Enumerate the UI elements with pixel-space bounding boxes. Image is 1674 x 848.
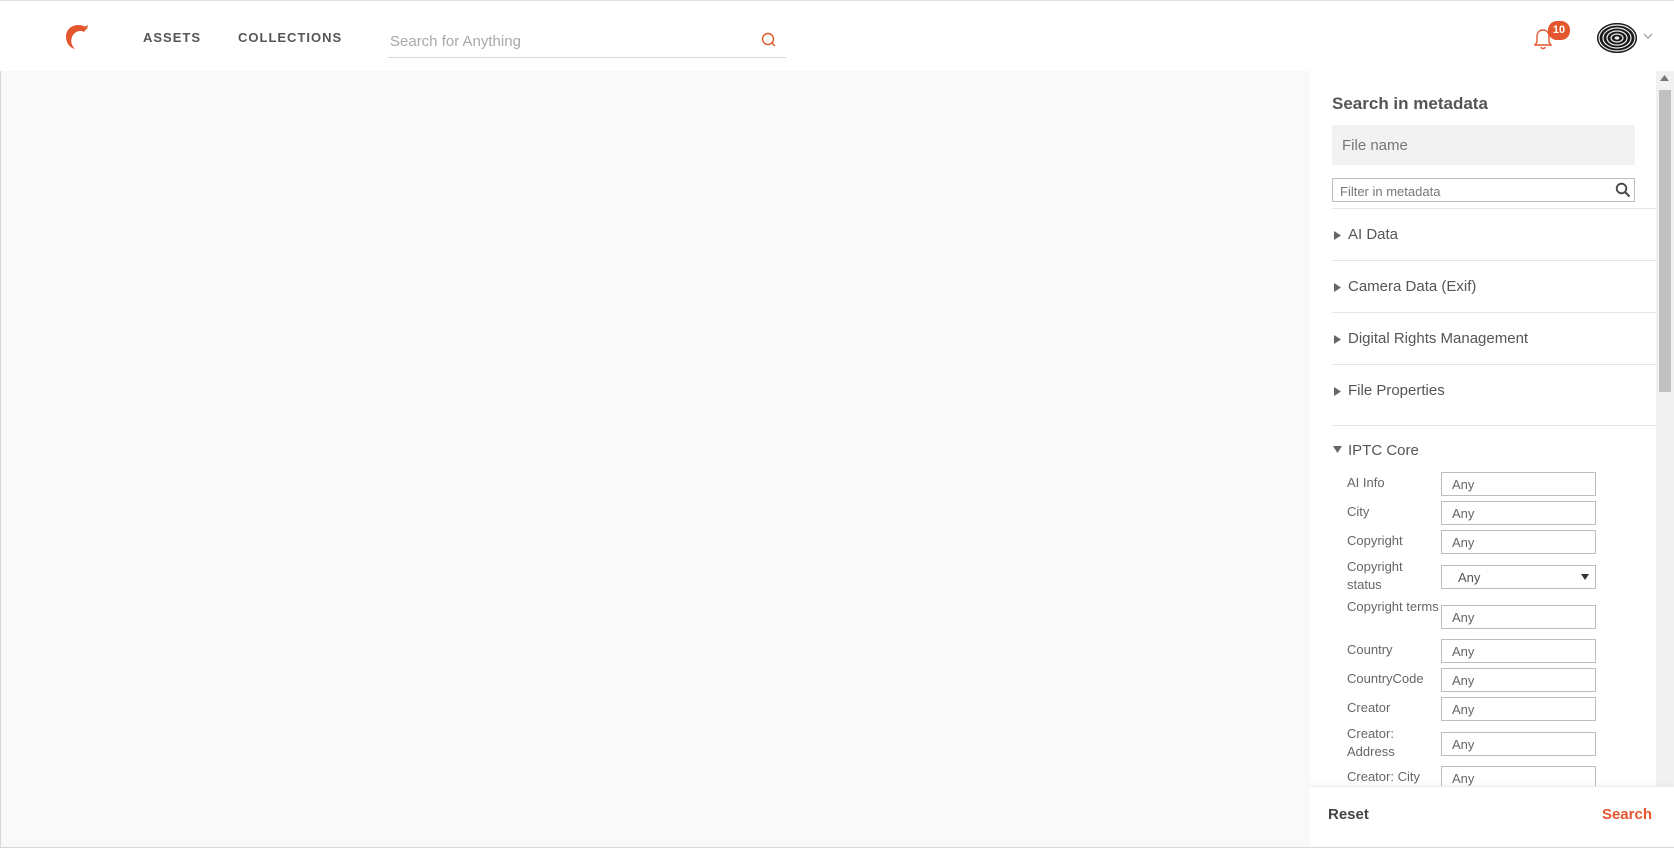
notification-badge: 10 <box>1548 21 1570 40</box>
scrollbar-thumb[interactable] <box>1659 90 1671 392</box>
search-button[interactable]: Search <box>1602 806 1652 823</box>
field-label-countrycode: CountryCode <box>1347 671 1424 686</box>
field-label-creator: Creator <box>1347 700 1391 715</box>
field-label-creator-city: Creator: City <box>1347 769 1420 784</box>
nav-collections[interactable]: COLLECTIONS <box>238 30 342 45</box>
section-iptc-core[interactable]: IPTC Core <box>1332 425 1656 460</box>
panel-title: Search in metadata <box>1332 94 1488 113</box>
field-select-copyright-status[interactable]: Any <box>1441 565 1596 589</box>
triangle-right-icon <box>1334 335 1341 344</box>
logo-icon[interactable] <box>62 23 90 51</box>
field-input-city[interactable] <box>1441 501 1596 525</box>
triangle-right-icon <box>1334 387 1341 396</box>
metadata-filter-input[interactable] <box>1338 180 1607 202</box>
field-input-copyright-terms[interactable] <box>1441 605 1596 629</box>
field-label-creator-address: Creator: Address <box>1347 726 1395 759</box>
dropdown-arrow-icon <box>1581 574 1589 580</box>
chevron-down-icon[interactable] <box>1643 32 1653 40</box>
section-label: AI Data <box>1348 226 1399 243</box>
file-name-input[interactable] <box>1332 125 1635 165</box>
top-navigation-bar: ASSETS COLLECTIONS 10 <box>0 0 1674 71</box>
section-label: Camera Data (Exif) <box>1348 278 1477 295</box>
window-left-border <box>0 71 1 848</box>
select-value: Any <box>1458 570 1481 585</box>
section-label: File Properties <box>1348 382 1445 399</box>
reset-button[interactable]: Reset <box>1328 806 1369 823</box>
field-input-creator-address[interactable] <box>1441 732 1596 756</box>
field-input-creator[interactable] <box>1441 697 1596 721</box>
field-label-city: City <box>1347 504 1370 519</box>
section-file-properties[interactable]: File Properties <box>1332 364 1656 416</box>
section-label: IPTC Core <box>1348 442 1419 459</box>
global-search <box>388 25 786 58</box>
field-label-copyright-terms: Copyright terms <box>1347 599 1439 614</box>
main-content-area <box>0 71 1310 848</box>
field-input-ai-info[interactable] <box>1441 472 1596 496</box>
field-input-countrycode[interactable] <box>1441 668 1596 692</box>
field-label-copyright-status: Copyright status <box>1347 559 1403 592</box>
field-label-country: Country <box>1347 642 1393 657</box>
field-label-copyright: Copyright <box>1347 533 1403 548</box>
field-input-country[interactable] <box>1441 639 1596 663</box>
metadata-filter <box>1332 178 1635 202</box>
scroll-up-arrow-icon[interactable] <box>1660 75 1669 81</box>
metadata-search-panel: Search in metadata AI Data Camera Data (… <box>1310 71 1674 848</box>
field-input-copyright[interactable] <box>1441 530 1596 554</box>
global-search-input[interactable] <box>388 25 752 57</box>
panel-footer: Reset Search <box>1310 786 1674 848</box>
section-ai-data[interactable]: AI Data <box>1332 208 1656 260</box>
avatar[interactable] <box>1597 23 1637 53</box>
triangle-right-icon <box>1334 283 1341 292</box>
section-camera-data[interactable]: Camera Data (Exif) <box>1332 260 1656 312</box>
section-label: Digital Rights Management <box>1348 330 1529 347</box>
search-icon[interactable] <box>1615 182 1631 198</box>
field-label-ai-info: AI Info <box>1347 475 1385 490</box>
avatar-pattern-icon <box>1597 23 1637 53</box>
nav-assets[interactable]: ASSETS <box>143 30 201 45</box>
triangle-down-icon <box>1333 446 1342 453</box>
section-digital-rights[interactable]: Digital Rights Management <box>1332 312 1656 364</box>
triangle-right-icon <box>1334 231 1341 240</box>
search-icon[interactable] <box>760 31 778 49</box>
